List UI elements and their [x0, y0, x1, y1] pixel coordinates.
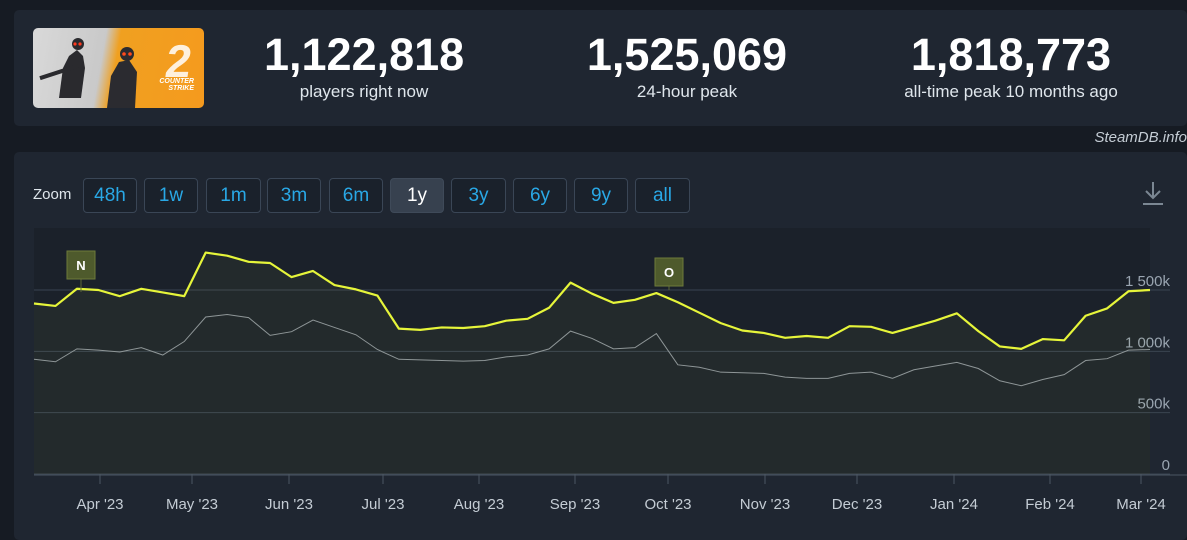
x-tick-label: Mar '24	[1116, 496, 1166, 513]
stat-value: 1,122,818	[264, 29, 465, 80]
logo-figures-icon	[39, 38, 137, 108]
x-tick-label: Aug '23	[454, 496, 504, 513]
watermark: SteamDB.info	[1094, 129, 1187, 146]
annotation-label: N	[76, 258, 85, 273]
stats-panel: 2 COUNTER STRIKE 1,122,818 players right…	[14, 10, 1187, 126]
stat-value: 1,525,069	[586, 29, 788, 80]
chart-panel: Zoom 48h1w1m3m6m1y3y6y9yall 0500k1 000k1…	[14, 152, 1187, 540]
stat-label: 24-hour peak	[636, 82, 738, 101]
x-tick-label: Oct '23	[644, 496, 691, 513]
stat-label: players right now	[299, 82, 429, 101]
x-tick-label: Dec '23	[832, 496, 882, 513]
stat-label: all-time peak 10 months ago	[904, 82, 1118, 101]
x-tick-label: Feb '24	[1025, 496, 1075, 513]
stat-24h-peak: 1,525,069 24-hour peak	[574, 30, 800, 102]
x-tick-label: Jul '23	[362, 496, 405, 513]
game-logo[interactable]: 2 COUNTER STRIKE	[33, 28, 204, 108]
stat-all-time-peak: 1,818,773 all-time peak 10 months ago	[880, 30, 1142, 102]
annotation-label: O	[664, 265, 674, 280]
x-tick-label: Nov '23	[740, 496, 790, 513]
y-tick-label: 0	[1162, 457, 1170, 474]
y-tick-label: 1 500k	[1125, 273, 1171, 290]
x-tick-label: May '23	[166, 496, 218, 513]
x-tick-label: Sep '23	[550, 496, 600, 513]
x-tick-label: Jan '24	[930, 496, 978, 513]
stat-value: 1,818,773	[910, 29, 1112, 80]
stat-players-now: 1,122,818 players right now	[264, 30, 464, 102]
x-tick-label: Jun '23	[265, 496, 313, 513]
player-count-chart[interactable]: 0500k1 000k1 500kApr '23May '23Jun '23Ju…	[14, 152, 1187, 540]
x-tick-label: Apr '23	[76, 496, 123, 513]
